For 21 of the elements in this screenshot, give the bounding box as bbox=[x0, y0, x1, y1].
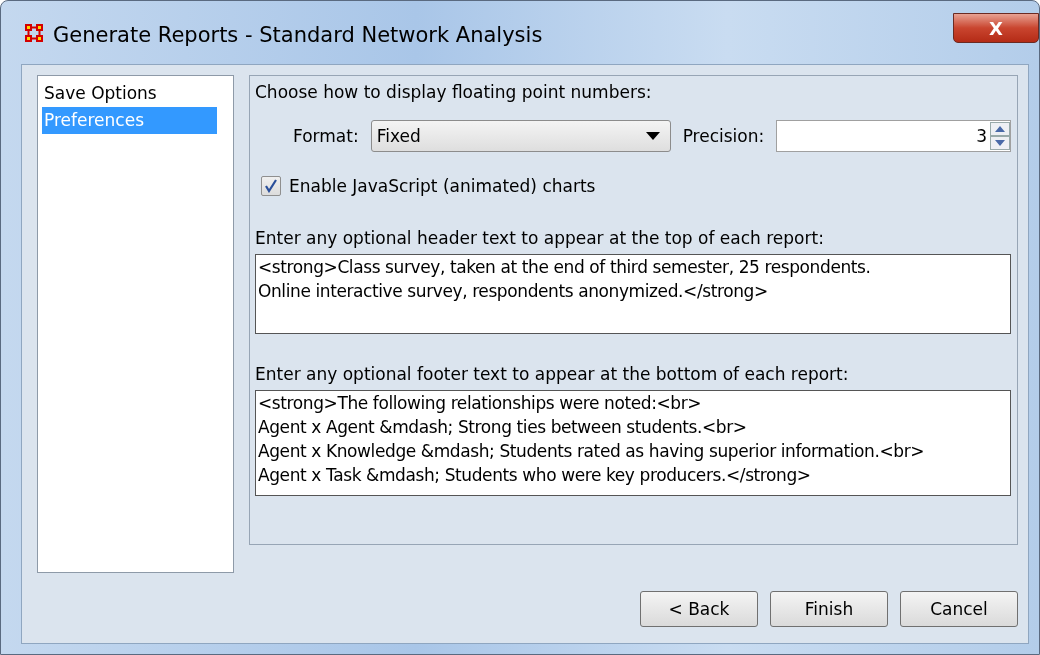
dialog-button[interactable]: Finish bbox=[770, 591, 888, 627]
dialog-button[interactable]: Cancel bbox=[900, 591, 1018, 627]
window-title: Generate Reports - Standard Network Analysis bbox=[53, 21, 544, 47]
checkbox-label: Enable JavaScript (animated) charts bbox=[289, 176, 596, 196]
dialog-button[interactable]: < Back bbox=[640, 591, 758, 627]
spinner-arrows-icon bbox=[990, 122, 1010, 150]
header-text-label: Enter any optional header text to appear at the top of each report: bbox=[255, 228, 825, 248]
format-dropdown[interactable]: Fixed bbox=[370, 120, 671, 152]
checkmark-icon bbox=[264, 179, 278, 193]
format-label: Format: bbox=[293, 126, 359, 146]
network-logo-icon bbox=[25, 23, 43, 42]
precision-spinner[interactable]: 3 bbox=[776, 120, 1011, 152]
precision-label: Precision: bbox=[682, 126, 765, 146]
checkbox[interactable] bbox=[261, 176, 281, 196]
footer-text-label: Enter any optional footer text to appear at the bottom of each report: bbox=[255, 364, 850, 384]
close-button[interactable]: X bbox=[953, 13, 1039, 43]
dropdown-caret-icon bbox=[645, 132, 660, 140]
header-text-field[interactable]: <strong>Class survey, taken at the end of third semester, 25 respondents. Online interactive survey, respondents anonymized.</strong> bbox=[255, 254, 1011, 334]
section-label: Choose how to display floating point numbers: bbox=[255, 82, 653, 102]
list-item[interactable]: Save Options bbox=[42, 80, 217, 107]
footer-text-field[interactable]: <strong>The following relationships were noted:<br> Agent x Agent &mdash; Strong ties between students.<br> Agent x Knowledge &mdash; Students rated as having superior information.<br> Agent x Task &mdash; Students who were key producers.</strong> bbox=[255, 390, 1011, 496]
